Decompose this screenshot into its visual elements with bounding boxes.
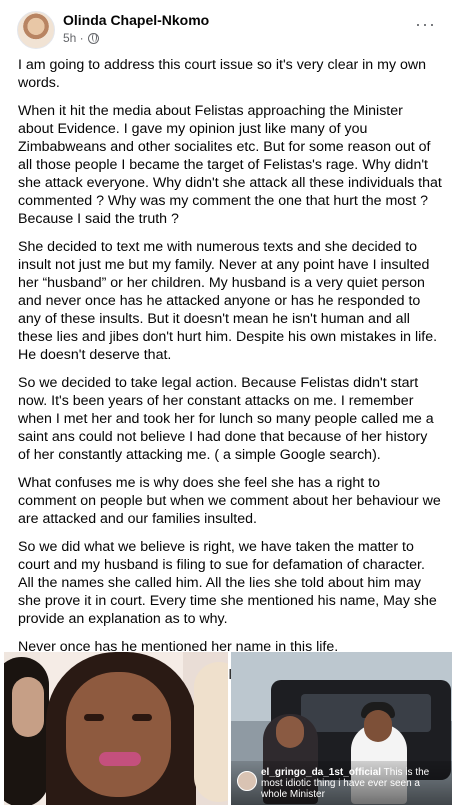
more-dots-icon[interactable]: ··· <box>415 14 436 35</box>
post-body: I am going to address this court issue s… <box>18 56 442 694</box>
instagram-avatar <box>237 771 257 791</box>
photo-person-eye <box>84 714 104 721</box>
instagram-username: el_gringo_da_1st_official <box>261 767 382 778</box>
photo-person-face <box>12 677 44 737</box>
photo-left[interactable] <box>4 652 228 805</box>
post-paragraph: When it hit the media about Felistas app… <box>18 103 442 227</box>
post-time[interactable]: 5h · <box>63 31 84 45</box>
post-paragraph: She decided to text me with numerous tex… <box>18 239 438 363</box>
photo-person-lips <box>99 752 141 766</box>
post-paragraph: I am going to address this court issue s… <box>18 57 427 91</box>
photo-right[interactable]: el_gringo_da_1st_official This is the mo… <box>231 652 452 805</box>
photo-person-hair <box>194 662 228 802</box>
post-paragraph: So we decided to take legal action. Beca… <box>18 375 434 463</box>
facebook-post-card: Olinda Chapel-Nkomo 5h · ··· I am going … <box>0 0 456 805</box>
author-avatar[interactable] <box>17 11 55 49</box>
globe-icon <box>87 32 99 44</box>
instagram-caption-overlay: el_gringo_da_1st_official This is the mo… <box>231 761 452 805</box>
instagram-caption-text: el_gringo_da_1st_official This is the mo… <box>261 767 447 800</box>
post-meta: 5h · <box>63 31 99 45</box>
photo-person-eye <box>132 714 152 721</box>
author-name[interactable]: Olinda Chapel-Nkomo <box>63 12 209 28</box>
post-photos: el_gringo_da_1st_official This is the mo… <box>0 652 456 805</box>
photo-person-face <box>364 710 392 742</box>
photo-person-face <box>276 716 304 748</box>
post-paragraph: So we did what we believe is right, we h… <box>18 539 437 627</box>
post-header: Olinda Chapel-Nkomo 5h · ··· <box>0 0 456 52</box>
post-paragraph: What confuses me is why does she feel sh… <box>18 475 441 527</box>
photo-person-face <box>66 672 171 797</box>
